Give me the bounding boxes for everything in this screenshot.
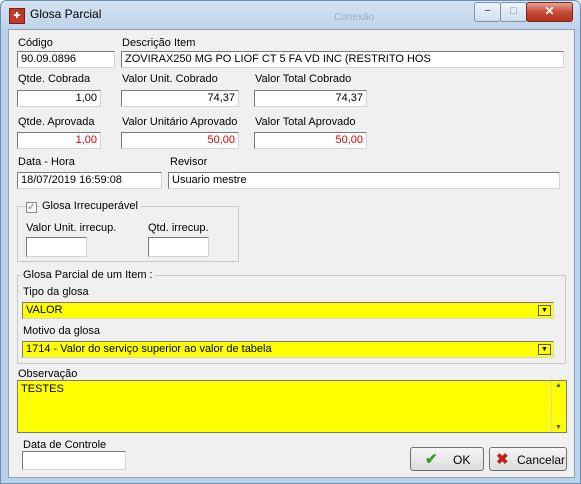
valor-unit-cobrado-field[interactable]: 74,37 xyxy=(121,90,239,107)
window-title: Glosa Parcial xyxy=(30,7,102,21)
qtde-cobrada-label: Qtde. Cobrada xyxy=(18,73,91,85)
irrecuperavel-checkbox-label: Glosa Irrecuperável xyxy=(40,200,140,212)
motivo-glosa-label: Motivo da glosa xyxy=(23,325,101,337)
dialog-body: Código 90.09.0896 Descrição Item ZOVIRAX… xyxy=(8,29,575,478)
codigo-field[interactable]: 90.09.0896 xyxy=(17,51,115,68)
cancel-button[interactable]: ✖ Cancelar xyxy=(489,447,567,471)
tipo-glosa-label: Tipo da glosa xyxy=(23,286,89,298)
ok-button[interactable]: ✔ OK xyxy=(410,447,484,471)
descricao-label: Descrição Item xyxy=(122,37,196,49)
ok-button-label: OK xyxy=(453,453,471,467)
qtde-cobrada-field[interactable]: 1,00 xyxy=(17,90,101,107)
codigo-label: Código xyxy=(18,37,53,49)
data-controle-field[interactable] xyxy=(22,451,126,470)
tipo-glosa-select[interactable]: VALOR ▼ xyxy=(22,302,554,319)
observacao-text: TESTES xyxy=(21,383,64,395)
close-button[interactable]: ✕ xyxy=(526,2,573,22)
qtd-irrecup-field[interactable] xyxy=(148,237,209,257)
observacao-label: Observação xyxy=(18,368,78,380)
check-icon: ✔ xyxy=(425,451,438,468)
valor-unit-irrecup-label: Valor Unit. irrecup. xyxy=(26,222,117,234)
revisor-field[interactable]: Usuario mestre xyxy=(168,172,560,189)
qtde-aprovada-label: Qtde. Aprovada xyxy=(18,116,95,128)
valor-total-aprovado-label: Valor Total Aprovado xyxy=(255,116,356,128)
data-hora-field[interactable]: 18/07/2019 16:59:08 xyxy=(17,172,162,189)
observacao-scrollbar[interactable]: ▲ ▼ xyxy=(551,381,566,432)
motivo-glosa-select[interactable]: 1714 - Valor do serviço superior ao valo… xyxy=(22,341,554,358)
background-window-ghost-text: Conexão xyxy=(334,12,375,23)
observacao-textarea[interactable]: TESTES ▲ ▼ xyxy=(17,380,567,433)
revisor-label: Revisor xyxy=(170,156,208,168)
motivo-glosa-value: 1714 - Valor do serviço superior ao valo… xyxy=(26,343,272,355)
maximize-button[interactable]: □ xyxy=(500,2,527,22)
valor-total-cobrado-field[interactable]: 74,37 xyxy=(254,90,367,107)
tipo-glosa-value: VALOR xyxy=(26,304,63,316)
title-bar[interactable]: ✚ Glosa Parcial Conexão − □ ✕ xyxy=(1,1,580,29)
scroll-down-icon[interactable]: ▼ xyxy=(555,424,562,431)
valor-total-aprovado-field[interactable]: 50,00 xyxy=(254,132,367,149)
chevron-down-icon[interactable]: ▼ xyxy=(538,344,551,355)
irrecuperavel-checkbox[interactable]: ✓ xyxy=(26,202,37,213)
valor-unit-aprovado-label: Valor Unitário Aprovado xyxy=(122,116,238,128)
app-icon: ✚ xyxy=(9,8,25,24)
chevron-down-icon[interactable]: ▼ xyxy=(538,305,551,316)
qtd-irrecup-label: Qtd. irrecup. xyxy=(148,222,209,234)
valor-unit-cobrado-label: Valor Unit. Cobrado xyxy=(122,73,218,85)
minimize-button[interactable]: − xyxy=(474,2,501,22)
qtde-aprovada-field[interactable]: 1,00 xyxy=(17,132,101,149)
valor-unit-aprovado-field[interactable]: 50,00 xyxy=(121,132,239,149)
data-hora-label: Data - Hora xyxy=(18,156,75,168)
dialog-window: ✚ Glosa Parcial Conexão − □ ✕ Código 90.… xyxy=(0,0,581,484)
glosa-item-group-title: Glosa Parcial de um Item : xyxy=(21,269,155,281)
valor-total-cobrado-label: Valor Total Cobrado xyxy=(255,73,352,85)
valor-unit-irrecup-field[interactable] xyxy=(26,237,87,257)
data-controle-label: Data de Controle xyxy=(23,439,107,451)
close-icon: ✖ xyxy=(496,451,509,468)
cancel-button-label: Cancelar xyxy=(517,453,566,467)
scroll-up-icon[interactable]: ▲ xyxy=(555,382,562,389)
descricao-field[interactable]: ZOVIRAX250 MG PO LIOF CT 5 FA VD INC (RE… xyxy=(121,51,564,68)
